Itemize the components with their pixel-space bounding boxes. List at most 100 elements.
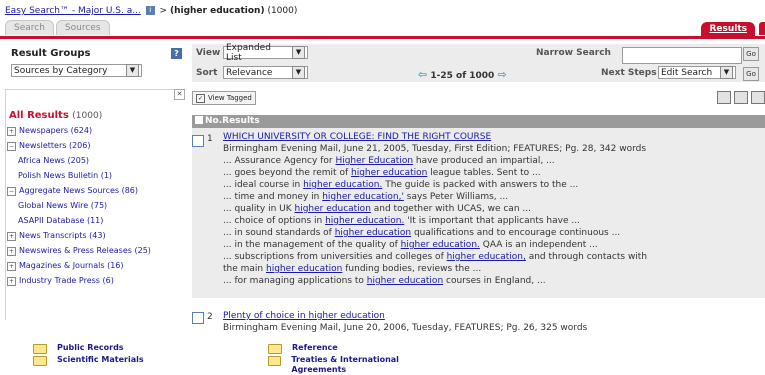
result-group-item[interactable]: Africa News (205) [6, 153, 151, 168]
folder-icon [33, 356, 47, 366]
expand-icon[interactable]: + [7, 262, 16, 271]
results-controls: View Expanded List ▼ Sort Relevance ▼ ⇦ … [192, 43, 765, 82]
folder-public-records[interactable]: Public Records [33, 343, 124, 354]
result-groups-list-box: ✕ All Results (1000) + Newspapers (624) − N… [5, 89, 185, 320]
view-label: View [196, 48, 221, 58]
snippet-text: ... for managing applications to [223, 276, 367, 286]
folder-treaties[interactable]: Treaties & International Agreements [268, 355, 448, 375]
snippet-highlight[interactable]: higher education. [401, 240, 480, 250]
download-icon[interactable] [751, 91, 765, 104]
all-results-label: All Results [9, 110, 69, 121]
view-select[interactable]: Expanded List ▼ [223, 43, 308, 63]
next-steps-go-button[interactable]: Go [743, 67, 759, 81]
result-title-link[interactable]: Plenty of choice in higher education [223, 310, 763, 322]
snippet-text: ... in sound standards of [223, 228, 335, 238]
result-title-link[interactable]: WHICH UNIVERSITY OR COLLEGE: FIND THE RI… [223, 131, 763, 143]
expand-icon[interactable]: + [7, 277, 16, 286]
folder-label: Treaties & International Agreements [291, 355, 399, 374]
result-group-item[interactable]: + Magazines & Journals (16) [6, 258, 151, 273]
snippet-highlight[interactable]: higher education, [447, 252, 526, 262]
chevron-down-icon[interactable]: ▼ [720, 66, 733, 79]
chevron-down-icon[interactable]: ▼ [292, 66, 305, 79]
snippet-highlight[interactable]: higher education [295, 204, 371, 214]
snippet-highlight[interactable]: higher education. [325, 216, 404, 226]
result-group-label: Polish News Bulletin (1) [18, 171, 113, 180]
result-group-item[interactable]: + Industry Trade Press (6) [6, 273, 151, 288]
expand-icon[interactable]: + [7, 247, 16, 256]
result-checkbox[interactable] [192, 135, 204, 147]
tab-sources[interactable]: Sources [55, 20, 110, 35]
folder-label: Reference [292, 343, 338, 352]
chevron-down-icon[interactable]: ▼ [126, 64, 139, 77]
info-icon[interactable]: i [145, 6, 155, 15]
group-by-value: Sources by Category [14, 65, 108, 76]
snippet-text: ... choice of options in [223, 216, 326, 226]
sort-select-value: Relevance [226, 67, 273, 78]
view-tagged-button[interactable]: ✓ View Tagged [192, 91, 256, 105]
close-icon[interactable]: ✕ [174, 89, 185, 100]
tab-next-stub[interactable] [759, 22, 765, 35]
result-meta: Birmingham Evening Mail, June 21, 2005, … [223, 144, 647, 154]
snippet-highlight[interactable]: higher education. [303, 180, 382, 190]
expand-icon[interactable]: + [7, 127, 16, 136]
result-groups-title: Result Groups [11, 48, 91, 59]
all-results-link[interactable]: All Results (1000) [6, 110, 151, 121]
next-steps-select[interactable]: Edit Search ▼ [658, 66, 736, 79]
narrow-search-go-button[interactable]: Go [743, 47, 759, 61]
chevron-down-icon[interactable]: ▼ [292, 46, 305, 59]
breadcrumb-separator: > [159, 6, 168, 16]
sort-select[interactable]: Relevance ▼ [223, 66, 308, 79]
select-all-checkbox[interactable] [195, 116, 203, 124]
result-checkbox[interactable] [192, 312, 204, 324]
print-icon[interactable] [717, 91, 731, 104]
narrow-search-label: Narrow Search [536, 48, 611, 58]
snippet-text: ... goes beyond the remit of [223, 168, 351, 178]
result-snippet: ... in the management of the quality of … [223, 239, 763, 251]
result-group-item[interactable]: Global News Wire (75) [6, 198, 151, 213]
folder-label: Public Records [57, 343, 124, 352]
next-page-icon[interactable]: ⇨ [497, 68, 506, 81]
collapse-icon[interactable]: − [7, 187, 16, 196]
source-folders: Public Records Scientific Materials Refe… [0, 341, 765, 374]
tab-search[interactable]: Search [5, 20, 54, 35]
view-tagged-label: View Tagged [208, 94, 252, 102]
view-select-value: Expanded List [226, 42, 271, 63]
result-snippets: ... Assurance Agency for Higher Educatio… [223, 155, 763, 287]
folder-icon [268, 344, 282, 354]
expand-icon[interactable]: + [7, 232, 16, 241]
result-groups-header: Result Groups ? [5, 44, 185, 59]
result-snippet: ... goes beyond the remit of higher educ… [223, 167, 763, 179]
snippet-highlight[interactable]: higher education [335, 228, 411, 238]
result-group-label: Newspapers (624) [19, 126, 93, 135]
result-group-item[interactable]: + Newswires & Press Releases (25) [6, 243, 151, 258]
folder-scientific-materials[interactable]: Scientific Materials [33, 355, 144, 366]
result-group-item[interactable]: Polish News Bulletin (1) [6, 168, 151, 183]
result-group-item[interactable]: − Newsletters (206) [6, 138, 151, 153]
help-icon[interactable]: ? [171, 48, 182, 59]
result-group-item[interactable]: + News Transcripts (43) [6, 228, 151, 243]
snippet-highlight[interactable]: higher education [266, 264, 342, 274]
result-group-item[interactable]: + Newspapers (624) [6, 123, 151, 138]
breadcrumb-source-link[interactable]: Easy Search™ - Major U.S. a... [5, 6, 141, 16]
snippet-text: ... ideal course in [223, 180, 304, 190]
result-group-item[interactable]: − Aggregate News Sources (86) [6, 183, 151, 198]
result-group-item[interactable]: ASAPII Database (11) [6, 213, 151, 228]
result-snippet: ... choice of options in higher educatio… [223, 215, 763, 227]
result-snippet: ... time and money in higher education,'… [223, 191, 763, 203]
collapse-icon[interactable]: − [7, 142, 16, 151]
snippet-highlight[interactable]: higher education [367, 276, 443, 286]
group-by-select[interactable]: Sources by Category ▼ [11, 64, 142, 77]
narrow-search-input[interactable] [622, 47, 742, 64]
snippet-highlight[interactable]: Higher Education [335, 156, 413, 166]
snippet-highlight[interactable]: higher education [351, 168, 427, 178]
snippet-text: have produced an impartial, ... [413, 156, 555, 166]
prev-page-icon[interactable]: ⇦ [418, 68, 427, 81]
result-group-label: News Transcripts (43) [19, 231, 106, 240]
email-icon[interactable] [734, 91, 748, 104]
tab-results[interactable]: Results [701, 22, 755, 36]
snippet-text: courses in England, ... [443, 276, 546, 286]
snippet-highlight[interactable]: higher education,' [322, 192, 404, 202]
snippet-text: ... subscriptions from universities and … [223, 252, 447, 262]
folder-reference[interactable]: Reference [268, 343, 338, 354]
result-snippet: ... ideal course in higher education. Th… [223, 179, 763, 191]
